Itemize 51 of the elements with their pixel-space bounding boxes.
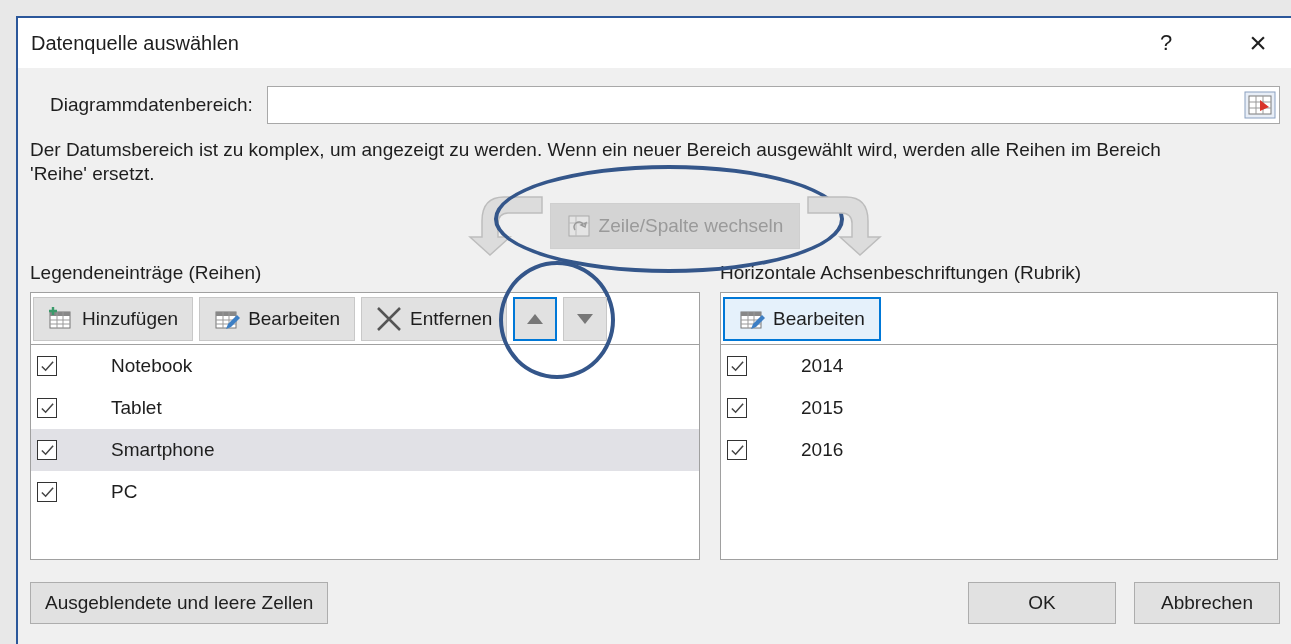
down-button[interactable] <box>563 297 608 341</box>
list-item[interactable]: 2014 <box>721 345 1277 387</box>
window-title: Datenquelle auswählen <box>31 31 240 55</box>
checkmark-icon <box>729 442 745 458</box>
edit-button[interactable]: Bearbeiten <box>723 297 881 341</box>
checkbox[interactable] <box>37 440 57 460</box>
triangle-up-icon <box>527 314 544 324</box>
checkbox[interactable] <box>727 398 747 418</box>
item-label: 2016 <box>801 439 844 461</box>
range-picker-icon[interactable] <box>1244 91 1276 119</box>
list-item[interactable]: PC <box>31 471 699 513</box>
checkmark-icon <box>39 358 55 374</box>
remove-button[interactable]: Entfernen <box>361 297 508 341</box>
triangle-down-icon <box>577 314 594 324</box>
table-plus-icon <box>48 307 74 331</box>
info-message: Der Datumsbereich ist zu komplex, um angezeigt zu werden. Wenn ein neuer Bereich ausgewählt wird, werden alle Reihen im Bereich 'Reihe' ersetzt. <box>30 138 1162 186</box>
checkmark-icon <box>39 400 55 416</box>
item-label: 2015 <box>801 397 844 419</box>
list-item[interactable]: Tablet <box>31 387 699 429</box>
checkmark-icon <box>729 400 745 416</box>
edit-button[interactable]: Bearbeiten <box>199 297 356 341</box>
list-item[interactable]: Smartphone <box>31 429 699 471</box>
checkbox[interactable] <box>727 356 747 376</box>
item-label: 2014 <box>801 355 844 377</box>
checkbox[interactable] <box>727 440 747 460</box>
list-item[interactable]: 2016 <box>721 429 1277 471</box>
add-button[interactable]: Hinzufügen <box>33 297 194 341</box>
help-button[interactable]: ? <box>1146 30 1186 56</box>
cancel-button[interactable]: Abbrechen <box>1134 582 1280 624</box>
hidden-cells-button[interactable]: Ausgeblendete und leere Zellen <box>30 582 329 624</box>
item-label: PC <box>111 481 138 503</box>
item-label: Notebook <box>111 355 193 377</box>
checkmark-icon <box>729 358 745 374</box>
swap-icon <box>566 214 591 238</box>
list-item[interactable]: 2015 <box>721 387 1277 429</box>
up-button[interactable] <box>513 297 558 341</box>
checkbox[interactable] <box>37 356 57 376</box>
range-label: Diagrammdatenbereich: <box>50 94 253 116</box>
panel-title: Legendeneinträge (Reihen) <box>30 262 263 285</box>
item-label: Smartphone <box>111 439 215 461</box>
ok-button[interactable]: OK <box>968 582 1116 624</box>
checkmark-icon <box>39 484 55 500</box>
close-button[interactable]: × <box>1238 26 1278 60</box>
x-icon <box>376 306 403 332</box>
range-field[interactable] <box>266 86 1280 124</box>
checkbox[interactable] <box>37 482 57 502</box>
list-item[interactable]: Notebook <box>31 345 699 387</box>
item-label: Tablet <box>111 397 162 419</box>
panel-title: Horizontale Achsenbeschriftungen (Rubrik) <box>720 262 1083 285</box>
checkmark-icon <box>39 442 55 458</box>
checkbox[interactable] <box>37 398 57 418</box>
